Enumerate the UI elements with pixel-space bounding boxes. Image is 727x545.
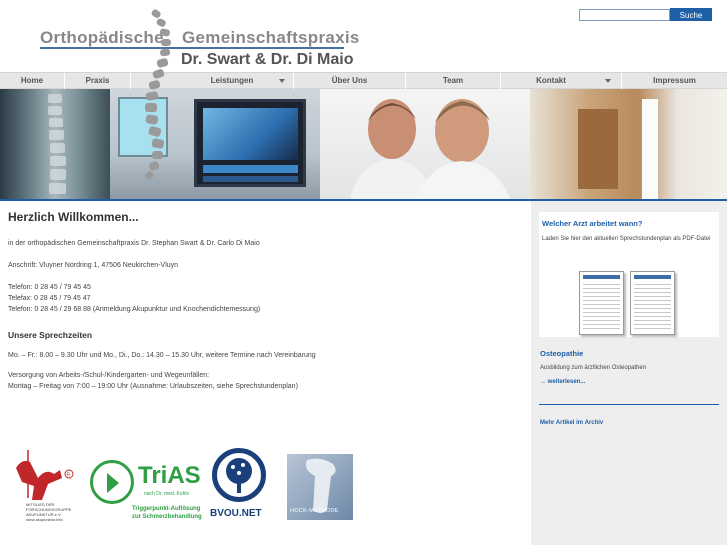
chevron-down-icon [605, 79, 611, 83]
main-content: Herzlich Willkommen... in der orthopädis… [8, 210, 518, 392]
search-button[interactable]: Suche [670, 8, 712, 21]
main-nav: Home Praxis Leistungen Über Uns Team Kon… [0, 72, 727, 89]
partner-logos: R MITGLIED DER FORSCHUNGSGRUPPE AKUPUNKT… [0, 440, 520, 545]
header-banner [0, 89, 727, 199]
bvou-name: BVOU.NET [210, 508, 262, 519]
sidebar-divider [539, 404, 719, 405]
nav-item-ueber-uns[interactable]: Über Uns [294, 73, 406, 89]
bvou-logo[interactable]: BVOU.NET [208, 446, 272, 532]
doctors-photo [320, 89, 530, 199]
phone2-text: Telefon: 0 28 45 / 29 68 88 (Anmeldung A… [8, 306, 261, 313]
search-input[interactable] [579, 9, 670, 21]
archive-link[interactable]: Mehr Artikel im Archiv [540, 420, 603, 426]
hock-methode-logo[interactable]: HOCK-METHODE [287, 454, 353, 520]
logo-word-gemeinschaftspraxis: Gemeinschaftspraxis [182, 28, 360, 47]
xray-image [0, 89, 110, 199]
intro-text: in der orthopädischen Gemeinschaftpraxis… [8, 240, 260, 247]
schedule-card: Welcher Arzt arbeitet wann? Laden Sie hi… [539, 212, 719, 337]
nav-item-home[interactable]: Home [0, 73, 65, 89]
osteopathie-text: Ausbildung zum ärztlichen Osteopathen [540, 365, 647, 371]
site-header: Orthopädische Gemeinschaftspraxis Dr. Sw… [0, 0, 727, 72]
trias-ring-icon [90, 460, 134, 504]
nav-label: Home [20, 76, 44, 85]
nav-label: Kontakt [536, 76, 566, 85]
nav-label: Praxis [85, 76, 110, 85]
akupunktur-caption: MITGLIED DER FORSCHUNGSGRUPPE AKUPUNKTUR… [26, 502, 72, 522]
schedule-title[interactable]: Welcher Arzt arbeitet wann? [542, 219, 642, 228]
akupunktur-logo[interactable]: R MITGLIED DER FORSCHUNGSGRUPPE AKUPUNKT… [8, 448, 78, 532]
logo-doctors: Dr. Swart & Dr. Di Maio [181, 51, 354, 68]
svg-text:R: R [67, 473, 71, 479]
hock-methode-label: HOCK-METHODE [290, 508, 339, 514]
osteopathie-title[interactable]: Osteopathie [540, 349, 583, 358]
care-text-line2: Montag – Freitag von 7:00 – 19:00 Uhr (A… [8, 383, 298, 390]
pdf-thumbnail-1[interactable] [579, 271, 624, 335]
nav-item-kontakt[interactable]: Kontakt [501, 73, 622, 89]
hours-heading: Unsere Sprechzeiten [8, 330, 93, 340]
care-text-line1: Versorgung von Arbeits-/Schul-/Kindergar… [8, 372, 210, 379]
trias-tagline-2: zur Schmerzbehandlung [132, 514, 202, 520]
phone-text: Telefon: 0 28 45 / 79 45 45 [8, 284, 91, 291]
sidebar: Welcher Arzt arbeitet wann? Laden Sie hi… [531, 201, 727, 545]
nav-label: Team [442, 76, 464, 85]
nav-item-team[interactable]: Team [406, 73, 501, 89]
osteopathie-read-more-link[interactable]: → weiterlesen... [540, 379, 585, 385]
trias-logo[interactable]: TriAS nach Dr. med. Kohls Triggerpunkt-A… [90, 458, 202, 528]
spine-logo-icon [145, 9, 171, 180]
nav-label: Über Uns [331, 76, 368, 85]
pdf-thumbnail-2[interactable] [630, 271, 675, 335]
trias-name: TriAS [138, 462, 201, 489]
bvou-ring-icon [212, 448, 266, 502]
nav-item-praxis[interactable]: Praxis [65, 73, 131, 89]
page-title: Herzlich Willkommen... [8, 210, 139, 224]
corridor-photo [530, 89, 727, 199]
nav-label: Impressum [653, 76, 696, 85]
schedule-text: Laden Sie hier den aktuellen Sprechstund… [542, 236, 711, 242]
nav-label: Leistungen [210, 76, 254, 85]
address-text: Anschrift: Vluyner Nordring 1, 47506 Neu… [8, 262, 179, 269]
akupunktur-figure-icon: R [16, 450, 74, 500]
hours-text: Mo. – Fr.: 8.00 – 9.30 Uhr und Mo., Di.,… [8, 352, 316, 359]
nav-item-impressum[interactable]: Impressum [622, 73, 727, 89]
logo-underline [40, 47, 344, 49]
trias-subtitle: nach Dr. med. Kohls [144, 491, 190, 497]
trias-tagline-1: Triggerpunkt-Auflösung [132, 506, 201, 512]
chevron-down-icon [279, 79, 285, 83]
fax-text: Telefax: 0 28 45 / 79 45 47 [8, 295, 91, 302]
